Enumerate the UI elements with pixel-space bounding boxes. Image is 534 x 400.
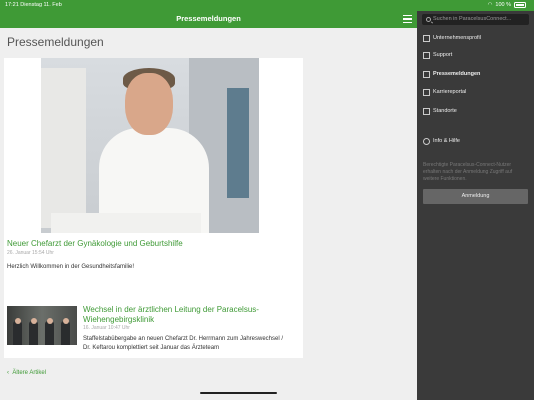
search-input[interactable]: Suchen in ParacelsusConnect... [422, 14, 529, 25]
article-teaser-line2: Dr. Keftarou komplettiert seit Januar da… [83, 345, 220, 351]
login-note-line: erhalten nach der Anmeldung Zugriff auf [423, 169, 513, 175]
info-icon [423, 138, 430, 145]
briefcase-icon [423, 89, 430, 96]
article-teaser: Herzlich Willkommen in der Gesundheitsfa… [7, 264, 135, 270]
login-button[interactable]: Anmeldung [423, 189, 528, 204]
article-teaser-line1: Staffelstabübergabe an neuen Chefarzt Dr… [83, 336, 283, 342]
status-time: 17:21 [5, 2, 19, 8]
main-content: Pressemeldungen Neuer Chefarzt der Gynäk… [0, 28, 417, 400]
sidebar-item-info-hilfe[interactable]: Info & Hilfe [417, 134, 534, 150]
sidebar-item-support[interactable]: Support [417, 48, 534, 64]
login-note-line: weitere Funktionen. [423, 176, 467, 182]
older-articles-label: Ältere Artikel [12, 370, 47, 376]
older-articles-link[interactable]: ‹ Ältere Artikel [7, 370, 46, 376]
page-title: Pressemeldungen [7, 35, 104, 49]
status-date: Dienstag 11. Feb [20, 2, 62, 8]
sidebar-item-label: Standorte [433, 108, 457, 114]
sidebar-item-unternehmensprofil[interactable]: Unternehmensprofil [417, 31, 534, 47]
login-note-line: Berechtigte Paracelsus-Connect-Nutzer [423, 162, 512, 168]
battery-percent: 100 % [495, 2, 511, 8]
article-title-line2[interactable]: Wiehengebirgsklinik [83, 315, 154, 324]
article-card[interactable]: Wechsel in der ärztlichen Leitung der Pa… [4, 293, 303, 358]
sidebar-item-label: Unternehmensprofil [433, 35, 481, 41]
sidebar-item-label: Support [433, 52, 453, 58]
search-icon [426, 16, 431, 22]
status-time-date: 17:21 Dienstag 11. Feb [5, 2, 62, 8]
article-date: 16. Januar 10:47 Uhr [83, 325, 130, 331]
sidebar: Suchen in ParacelsusConnect... Unternehm… [417, 11, 534, 400]
news-icon [423, 71, 430, 78]
wifi-icon: ◠ [487, 2, 493, 8]
location-icon [423, 108, 430, 115]
article-date: 26. Januar 15:54 Uhr [7, 250, 54, 256]
article-thumbnail [7, 306, 77, 345]
battery-icon [514, 2, 526, 8]
sidebar-item-label: Karriereportal [433, 89, 467, 95]
article-title[interactable]: Neuer Chefarzt der Gynäkologie und Gebur… [7, 239, 183, 248]
status-bar: 17:21 Dienstag 11. Feb ◠ 100 % [0, 0, 534, 11]
search-placeholder: Suchen in ParacelsusConnect... [433, 16, 512, 22]
home-indicator [200, 392, 277, 394]
page-header-title: Pressemeldungen [176, 14, 241, 23]
login-note: Berechtigte Paracelsus-Connect-Nutzer er… [423, 162, 530, 183]
chevron-left-icon: ‹ [7, 370, 9, 376]
folder-icon [423, 52, 430, 59]
article-card[interactable]: Neuer Chefarzt der Gynäkologie und Gebur… [4, 58, 303, 313]
article-title-line1[interactable]: Wechsel in der ärztlichen Leitung der Pa… [83, 305, 259, 314]
sidebar-item-karriereportal[interactable]: Karriereportal [417, 85, 534, 101]
article-image [41, 58, 259, 233]
building-icon [423, 35, 430, 42]
app-header: Pressemeldungen [0, 11, 417, 28]
sidebar-item-standorte[interactable]: Standorte [417, 104, 534, 120]
hamburger-menu-icon[interactable] [403, 15, 412, 23]
status-indicators: ◠ 100 % [488, 2, 526, 8]
sidebar-item-pressemeldungen[interactable]: Pressemeldungen [417, 67, 534, 83]
sidebar-item-label: Pressemeldungen [433, 71, 481, 77]
sidebar-item-label: Info & Hilfe [433, 138, 460, 144]
